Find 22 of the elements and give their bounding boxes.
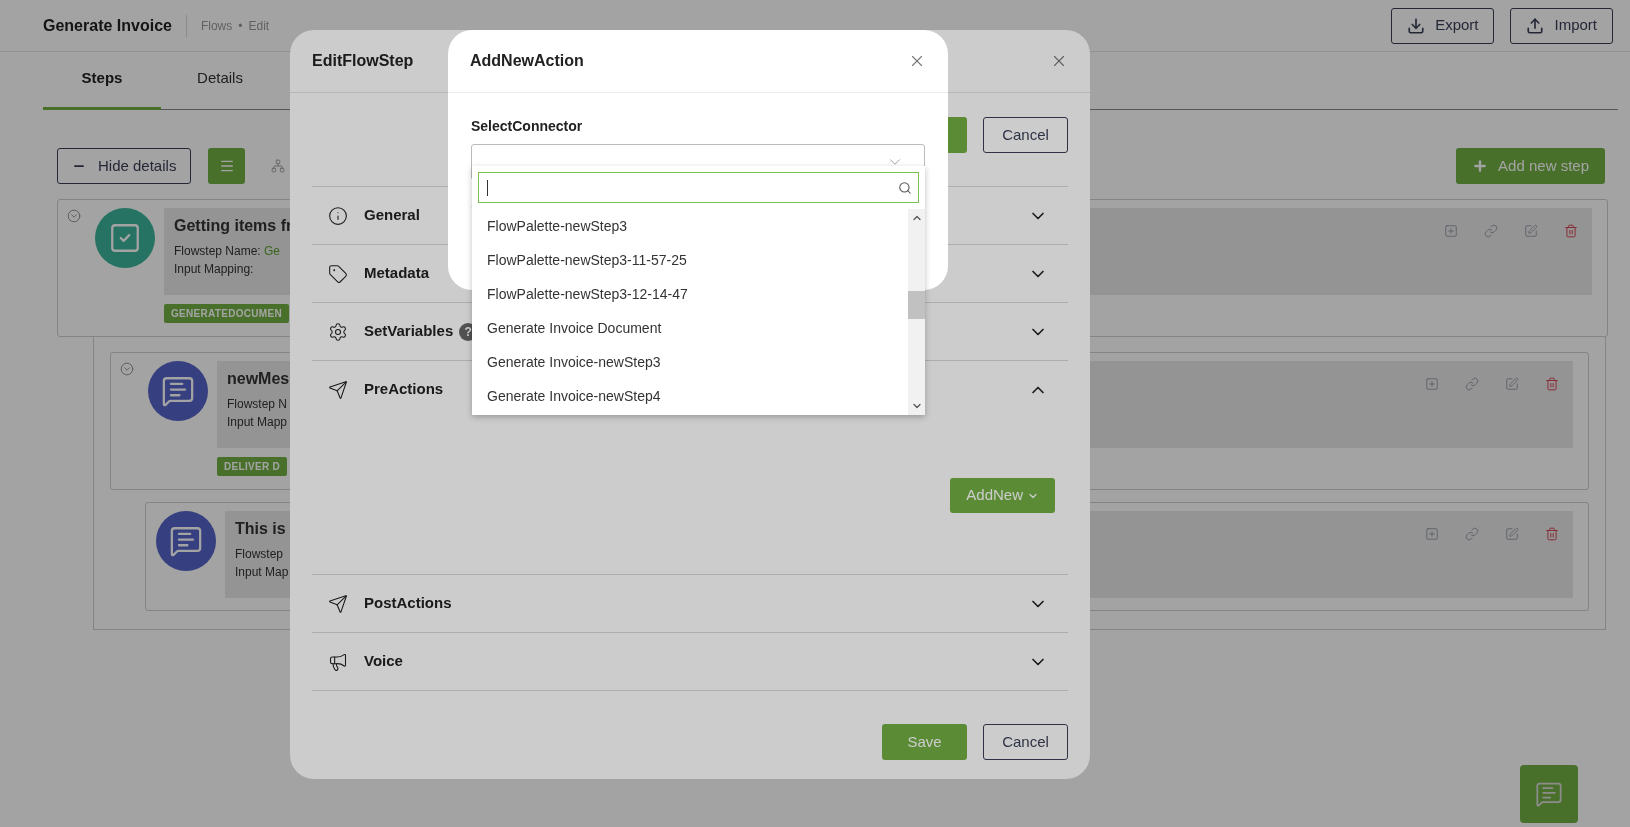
input-mapping-text: Input Map <box>235 564 289 581</box>
flowstep-name-text: Flowstep N <box>227 396 288 413</box>
dialog-title: EditFlowStep <box>312 51 414 71</box>
input-mapping-text: Input Mapp <box>227 414 288 431</box>
section-title: SetVariables <box>364 321 454 342</box>
section-title: Voice <box>364 651 403 672</box>
flowstep-name-text: Flowstep <box>235 546 284 563</box>
breadcrumb-current: Edit <box>248 17 270 35</box>
field-label: SelectConnector <box>471 117 584 135</box>
step-title: This is <box>235 519 286 539</box>
section-title: General <box>364 205 420 226</box>
step-tag: DELIVER D <box>217 457 288 476</box>
breadcrumb-separator: • <box>238 17 243 35</box>
section-title: PostActions <box>364 593 452 614</box>
input-mapping-text: Input Mapping: <box>174 261 254 278</box>
step-title: newMes <box>227 369 290 389</box>
dialog-title: AddNewAction <box>470 51 584 71</box>
section-title: Metadata <box>364 263 430 284</box>
step-tag: GENERATEDOCUMEN <box>164 304 289 323</box>
flowstep-name-text: Flowstep Name: Ge <box>174 243 281 260</box>
page-title: Generate Invoice <box>43 15 172 36</box>
section-title: PreActions <box>364 379 444 400</box>
